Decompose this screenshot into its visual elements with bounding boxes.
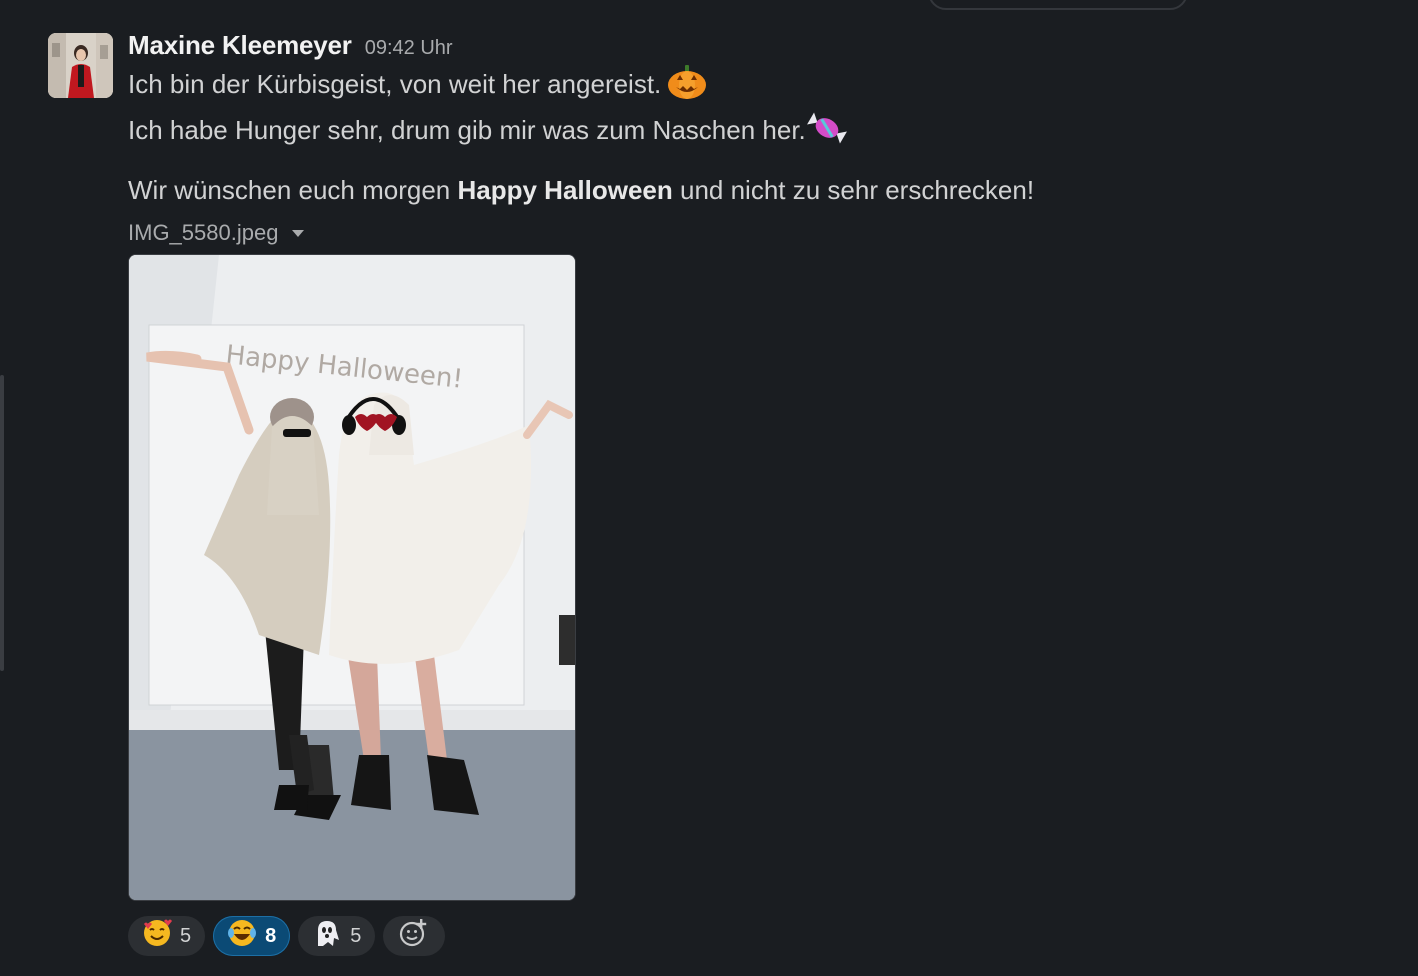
face-with-tears-of-joy-icon xyxy=(227,918,257,954)
scrollbar[interactable] xyxy=(0,375,4,671)
wish-bold: Happy Halloween xyxy=(457,175,673,205)
reaction-count: 5 xyxy=(180,924,192,947)
reaction-smiling-face-with-hearts[interactable]: 5 xyxy=(128,916,206,956)
reaction-count: 8 xyxy=(265,924,277,947)
reactions-bar: 5 8 5 xyxy=(128,916,446,956)
slack-message-view: Maxine Kleemeyer 09:42 Uhr Ich bin der K… xyxy=(0,0,1418,976)
reaction-face-with-tears-of-joy[interactable]: 8 xyxy=(213,916,291,956)
chevron-down-icon[interactable] xyxy=(292,229,305,237)
smiling-face-with-hearts-icon xyxy=(142,918,172,954)
attachment-filename[interactable]: IMG_5580.jpeg xyxy=(128,220,278,246)
new-messages-pill[interactable] xyxy=(928,0,1188,10)
add-emoji-icon xyxy=(399,918,429,954)
wish-suffix: und nicht zu sehr erschrecken! xyxy=(672,175,1035,205)
message-line-1-text: Ich bin der Kürbisgeist, von weit her an… xyxy=(128,69,662,99)
reaction-ghost[interactable]: 5 xyxy=(298,916,376,956)
message-line-2: Ich habe Hunger sehr, drum gib mir was z… xyxy=(128,110,1368,156)
wish-prefix: Wir wünschen euch morgen xyxy=(128,175,458,205)
attachment-header[interactable]: IMG_5580.jpeg xyxy=(128,216,1368,250)
avatar[interactable] xyxy=(48,33,113,98)
author-name[interactable]: Maxine Kleemeyer xyxy=(128,30,352,61)
candy-icon xyxy=(806,111,848,156)
message-line-1: Ich bin der Kürbisgeist, von weit her an… xyxy=(128,64,1368,110)
reaction-count: 5 xyxy=(350,924,362,947)
message-timestamp[interactable]: 09:42 Uhr xyxy=(365,37,453,60)
attachment-image[interactable]: Happy Halloween! xyxy=(128,254,576,901)
ghost-icon xyxy=(312,918,342,954)
jack-o-lantern-icon xyxy=(667,65,707,110)
message-line-2-text: Ich habe Hunger sehr, drum gib mir was z… xyxy=(128,115,806,145)
add-reaction-button[interactable] xyxy=(383,916,446,956)
message-line-3: Wir wünschen euch morgen Happy Halloween… xyxy=(128,170,1368,210)
